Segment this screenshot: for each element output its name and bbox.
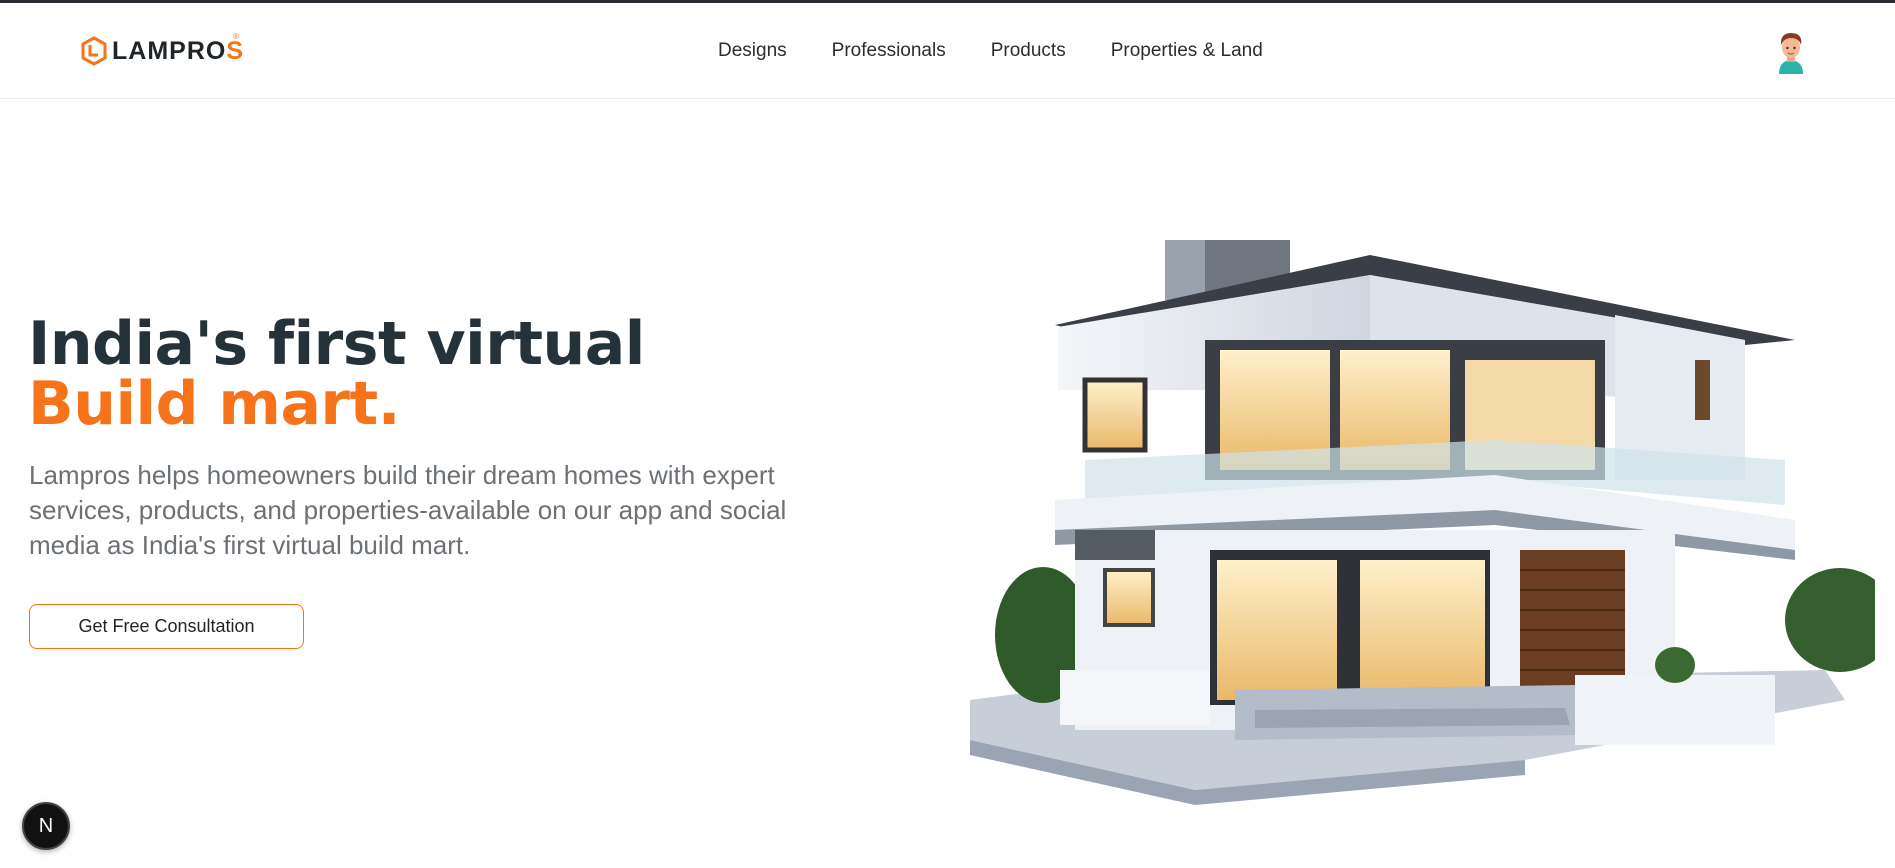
get-free-consultation-button[interactable]: Get Free Consultation [29, 604, 304, 649]
hexagon-logo-icon [81, 36, 107, 66]
devtools-badge[interactable]: N [22, 802, 70, 850]
user-avatar-icon[interactable] [1772, 30, 1810, 74]
site-header: LAMPROS ® Designs Professionals Products… [0, 3, 1895, 99]
nav-item-designs[interactable]: Designs [718, 40, 787, 62]
modern-house-illustration [965, 230, 1895, 810]
brand-logo[interactable]: LAMPROS ® [80, 32, 245, 66]
nav-item-properties-land[interactable]: Properties & Land [1111, 40, 1263, 62]
registered-mark: ® [233, 32, 239, 41]
nav-item-professionals[interactable]: Professionals [832, 40, 946, 62]
nav-item-products[interactable]: Products [991, 40, 1066, 62]
hero-title: India's first virtual Build mart. [28, 314, 645, 434]
hero-description: Lampros helps homeowners build their dre… [29, 460, 787, 560]
brand-name: LAMPROS [112, 36, 245, 65]
hero-title-line2: Build mart. [28, 369, 400, 439]
main-nav: Designs Professionals Products Propertie… [718, 40, 1308, 62]
